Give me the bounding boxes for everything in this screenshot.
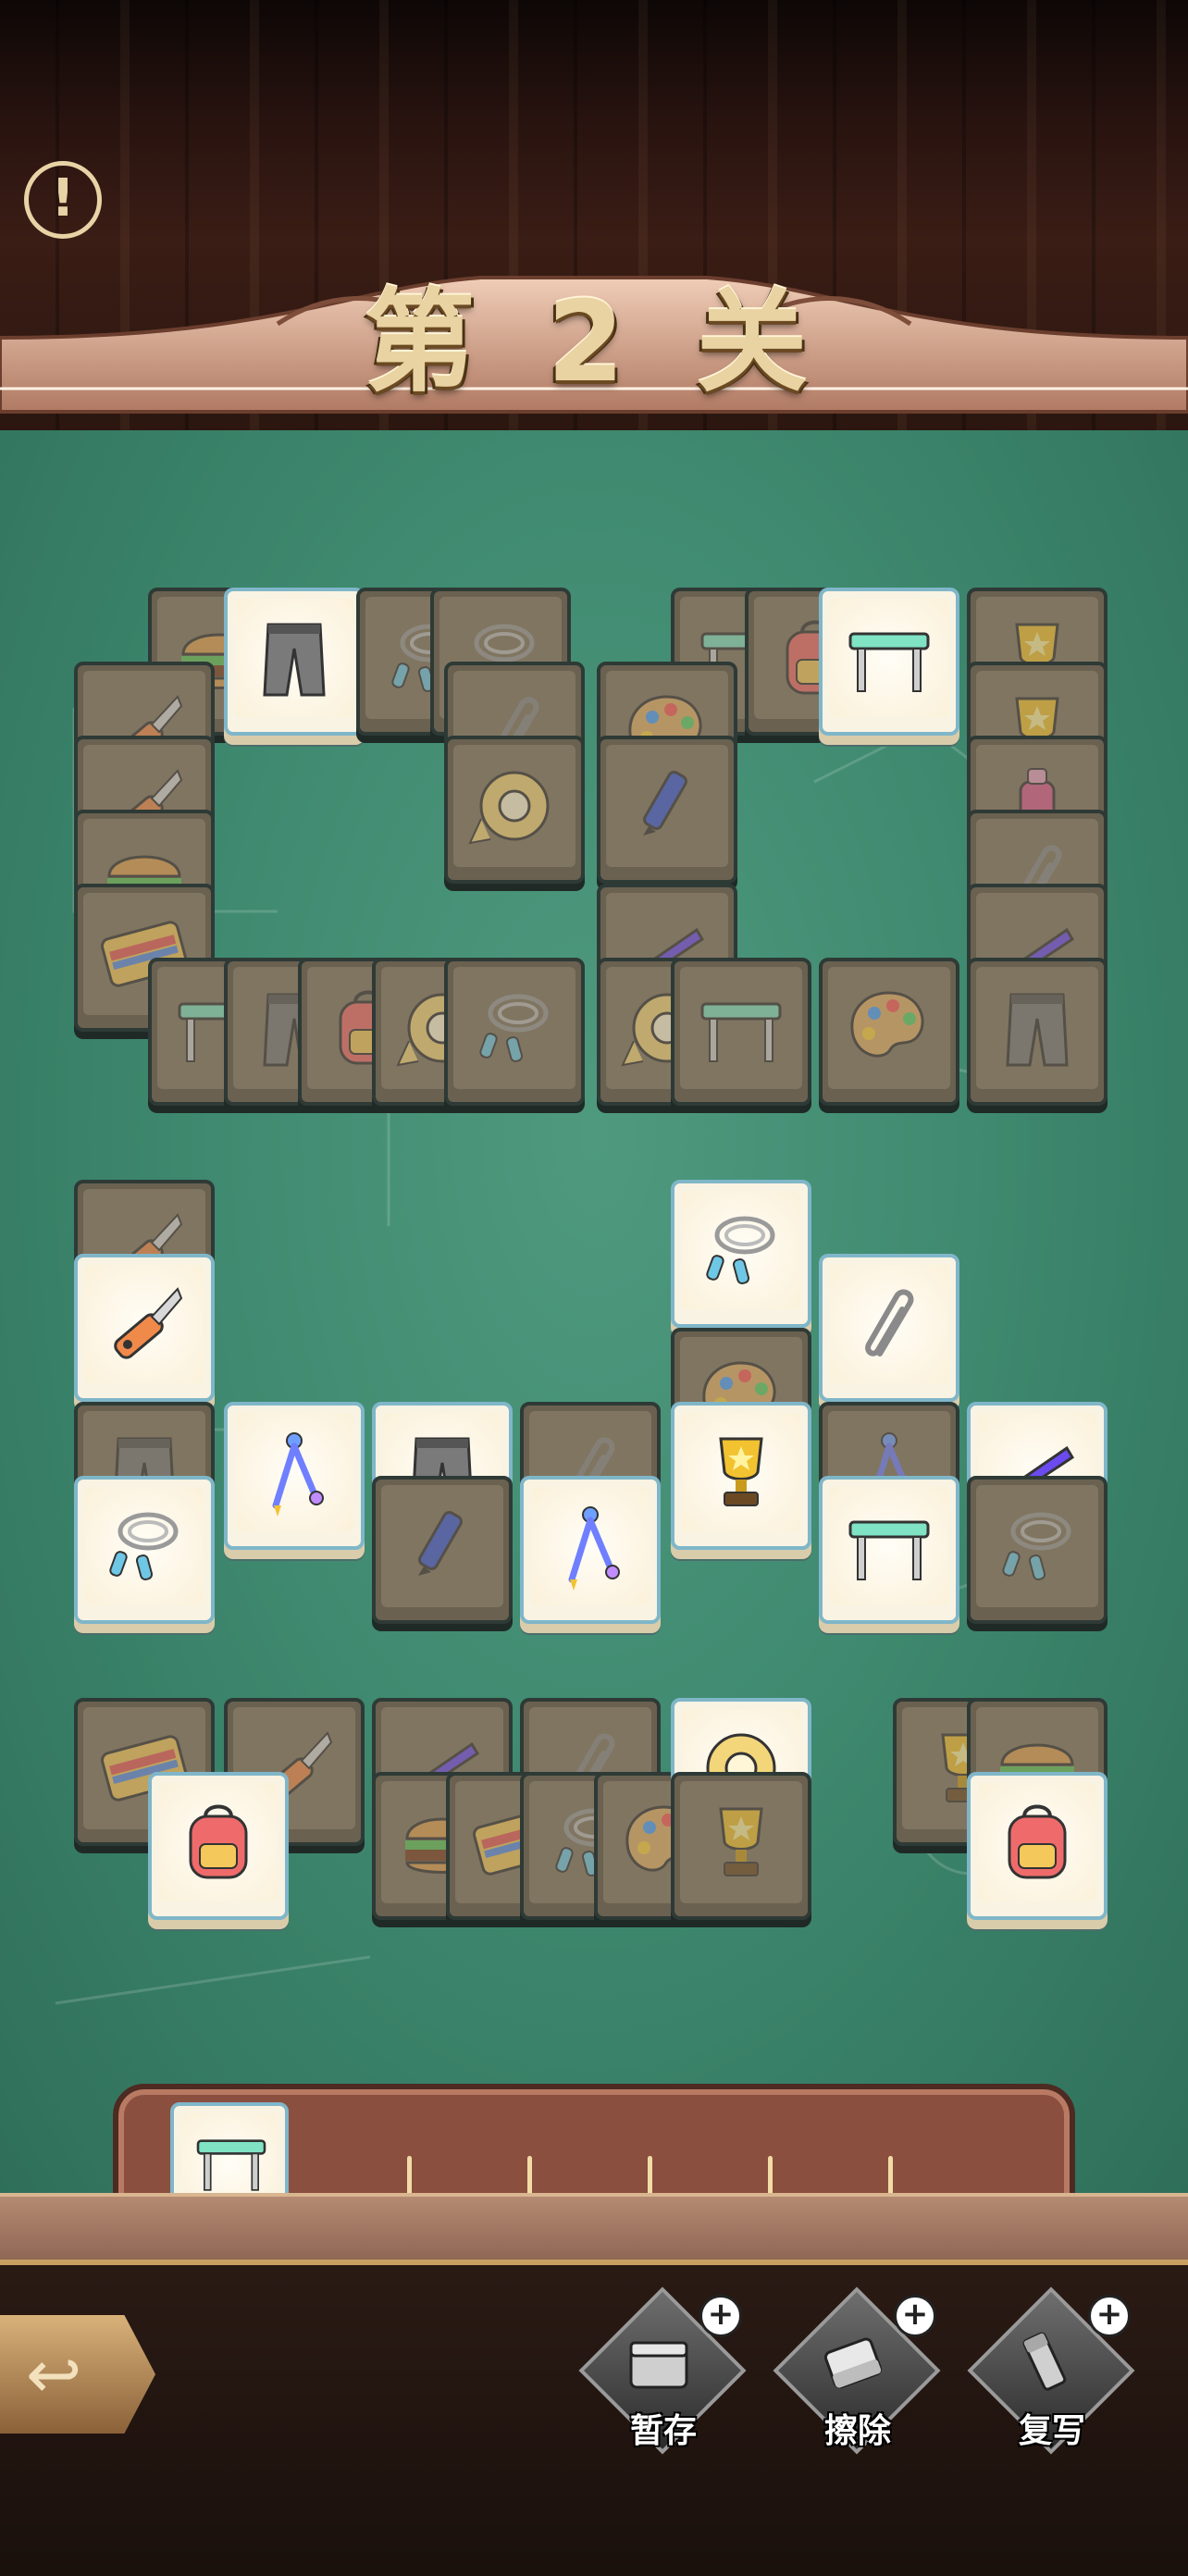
pen-icon	[418, 1510, 463, 1576]
desk-icon	[848, 1520, 930, 1580]
mahjong-tile	[597, 736, 737, 884]
paperclip-icon	[865, 1289, 914, 1356]
tool-copy-label: 复写	[1018, 2412, 1085, 2450]
mahjong-tile[interactable]	[74, 1254, 215, 1402]
mahjong-tile	[372, 1476, 513, 1624]
backpack-icon	[1008, 1804, 1067, 1879]
mahjong-tile[interactable]	[74, 1476, 215, 1624]
pants-icon	[263, 623, 326, 697]
tool-copy-button[interactable]: + 复写	[967, 2286, 1135, 2459]
add-tool-plus-icon[interactable]: +	[894, 2295, 936, 2337]
mahjong-tile	[444, 958, 585, 1106]
cutter-knife-icon	[114, 1287, 183, 1359]
tool-erase-button[interactable]: + 擦除	[773, 2286, 941, 2459]
mahjong-tile	[967, 1476, 1108, 1624]
tool-erase-label: 擦除	[823, 2412, 891, 2450]
tool-store-label: 暂存	[629, 2412, 697, 2450]
mahjong-tile	[444, 736, 585, 884]
back-arrow-icon: ↩	[26, 2335, 82, 2413]
desk-icon	[700, 1002, 782, 1062]
jump-rope-icon	[109, 1512, 179, 1580]
jump-rope-icon	[706, 1216, 775, 1284]
mahjong-tile[interactable]	[671, 1180, 811, 1328]
info-button[interactable]: !	[24, 161, 102, 239]
palette-icon	[850, 991, 924, 1058]
tool-store-button[interactable]: + 暂存	[578, 2286, 747, 2459]
storage-box-icon	[629, 2341, 688, 2389]
tape-icon	[468, 771, 550, 845]
mahjong-tile[interactable]	[819, 1254, 959, 1402]
add-tool-plus-icon[interactable]: +	[699, 2295, 742, 2337]
mahjong-tile	[671, 1772, 811, 1920]
mahjong-tile[interactable]	[671, 1402, 811, 1550]
level-title: 第 2 关	[364, 279, 824, 407]
mahjong-tile[interactable]	[148, 1772, 289, 1920]
backpack-icon	[189, 1804, 248, 1879]
add-tool-plus-icon[interactable]: +	[1088, 2295, 1131, 2337]
mahjong-tile	[967, 958, 1108, 1106]
trophy-icon	[719, 1807, 763, 1876]
compass-icon	[568, 1506, 620, 1591]
mahjong-tile[interactable]	[819, 588, 959, 736]
mahjong-tile[interactable]	[224, 588, 365, 736]
jump-rope-icon	[1002, 1512, 1071, 1580]
pen-icon	[643, 770, 687, 836]
back-button[interactable]: ↩	[0, 2315, 155, 2434]
desk-icon	[848, 632, 930, 692]
mahjong-tile[interactable]	[967, 1772, 1108, 1920]
copy-icon	[1022, 2332, 1067, 2391]
mahjong-tile	[671, 958, 811, 1106]
compass-icon	[272, 1432, 324, 1517]
eraser-icon	[823, 2337, 883, 2389]
jump-rope-icon	[479, 994, 549, 1062]
pants-icon	[1006, 993, 1069, 1067]
tray-shelf	[0, 2193, 1188, 2263]
mahjong-tile[interactable]	[224, 1402, 365, 1550]
trophy-icon	[719, 1437, 763, 1506]
mahjong-tile[interactable]	[819, 1476, 959, 1624]
mahjong-tile[interactable]	[520, 1476, 661, 1624]
mahjong-tile	[819, 958, 959, 1106]
